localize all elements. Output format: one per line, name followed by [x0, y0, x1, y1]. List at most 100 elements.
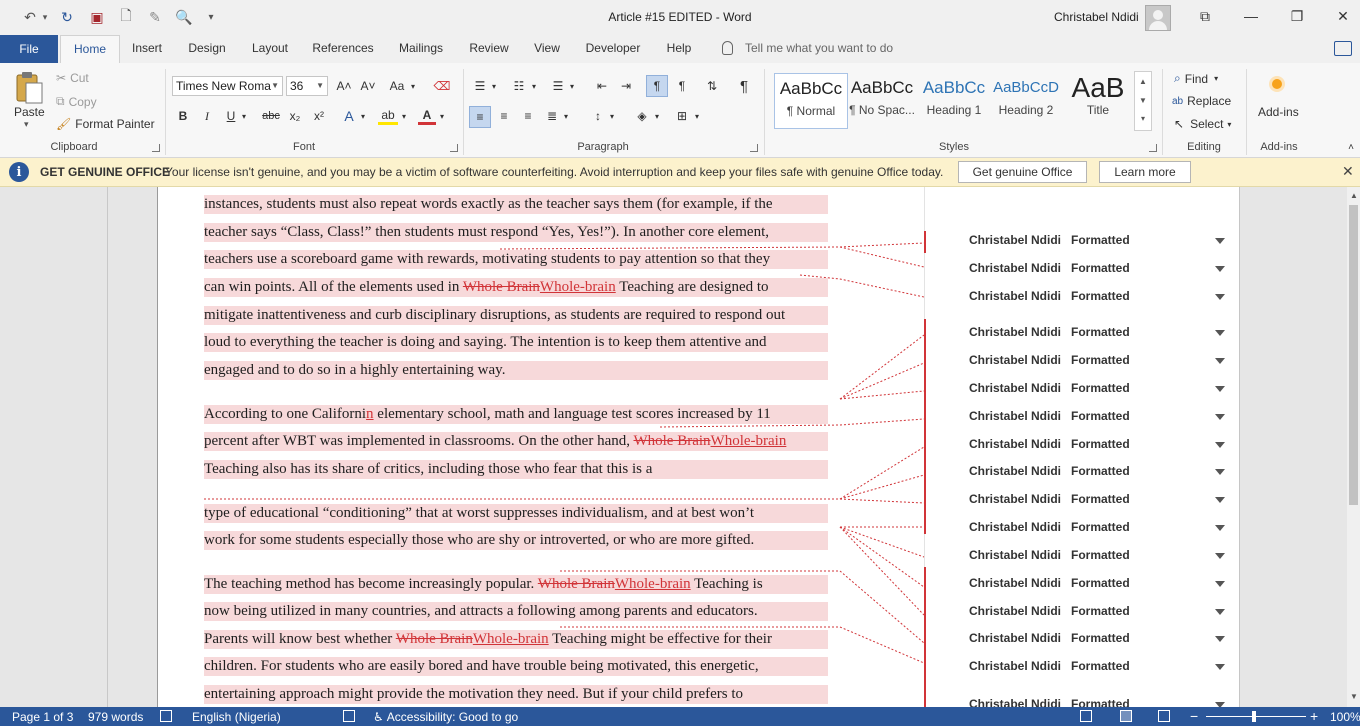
justify-dropdown-icon[interactable]: ▾ — [562, 107, 570, 125]
document-area[interactable]: instances, students must also repeat wor… — [0, 187, 1347, 707]
read-mode-icon[interactable] — [1080, 710, 1092, 722]
style-no-spacing[interactable]: AaBbCc ¶ No Spac... — [846, 73, 918, 127]
revision-balloon[interactable]: Christabel Ndidi Formatted — [969, 576, 1130, 592]
close-icon[interactable]: ✕ — [1342, 163, 1354, 180]
language-indicator[interactable]: English (Nigeria) — [192, 710, 281, 724]
underline-icon[interactable]: U — [222, 107, 240, 125]
scroll-down-icon[interactable]: ▼ — [1350, 692, 1358, 701]
document-line[interactable]: The teaching method has become increasin… — [204, 575, 763, 594]
font-color-dropdown-icon[interactable]: ▾ — [438, 107, 446, 125]
font-name-combo[interactable]: Times New Roma ▼ — [172, 76, 283, 96]
align-right-icon[interactable]: ≡ — [518, 107, 538, 125]
line-spacing-icon[interactable]: ↕ — [588, 107, 608, 125]
close-button[interactable]: ✕ — [1320, 0, 1360, 32]
add-ins-icon[interactable] — [1272, 79, 1282, 89]
document-line[interactable]: engaged and to do so in a highly enterta… — [204, 361, 505, 380]
multilevel-list-icon[interactable]: ☰ — [548, 77, 568, 95]
style-normal[interactable]: AaBbCc ¶ Normal — [774, 73, 848, 129]
balloon-options-icon[interactable] — [1215, 358, 1225, 364]
revision-balloon[interactable]: Christabel Ndidi Formatted — [969, 381, 1130, 397]
copy-button[interactable]: ⧉ Copy — [56, 94, 97, 109]
tab-insert[interactable]: Insert — [124, 35, 170, 62]
decrease-indent-icon[interactable]: ⇤ — [592, 77, 612, 95]
document-line[interactable]: can win points. All of the elements used… — [204, 278, 769, 297]
zoom-level[interactable]: 100% — [1330, 710, 1360, 724]
superscript-icon[interactable]: x² — [310, 107, 328, 125]
vertical-scrollbar[interactable]: ▲ ▼ — [1347, 187, 1360, 707]
shading-dropdown-icon[interactable]: ▾ — [653, 107, 661, 125]
balloon-options-icon[interactable] — [1215, 469, 1225, 475]
chevron-down-icon[interactable]: ▼ — [271, 81, 279, 90]
paste-button[interactable]: Paste — [14, 105, 45, 119]
revision-balloon[interactable]: Christabel Ndidi Formatted — [969, 659, 1130, 675]
revision-balloon[interactable]: Christabel Ndidi Formatted — [969, 233, 1130, 249]
document-line[interactable]: instances, students must also repeat wor… — [204, 195, 773, 214]
revision-balloon[interactable]: Christabel Ndidi Formatted — [969, 261, 1130, 277]
revision-balloon[interactable]: Christabel Ndidi Formatted — [969, 437, 1130, 453]
zoom-slider[interactable] — [1206, 716, 1306, 717]
document-line[interactable]: teachers use a scoreboard game with rewa… — [204, 250, 770, 269]
text-effects-icon[interactable]: A — [340, 107, 358, 125]
document-line[interactable]: work for some students especially those … — [204, 531, 754, 550]
text-effects-dropdown-icon[interactable]: ▾ — [359, 107, 367, 125]
select-button[interactable]: ↖ Select ▾ — [1174, 117, 1231, 131]
revision-balloon[interactable]: Christabel Ndidi Formatted — [969, 520, 1130, 536]
zoom-slider-thumb[interactable] — [1252, 711, 1256, 722]
tab-file[interactable]: File — [0, 35, 58, 63]
balloon-options-icon[interactable] — [1215, 581, 1225, 587]
replace-button[interactable]: ab Replace — [1172, 94, 1231, 108]
bullets-icon[interactable]: ☰ — [470, 77, 490, 95]
ltr-direction-icon[interactable]: ¶ — [646, 75, 668, 97]
tab-references[interactable]: References — [306, 35, 380, 62]
balloon-options-icon[interactable] — [1215, 442, 1225, 448]
accessibility-checker[interactable]: ♿ Accessibility: Good to go — [373, 710, 518, 724]
clear-formatting-icon[interactable]: ⌫ — [432, 77, 452, 95]
styles-gallery-scroll[interactable]: ▲ ▼ ▾ — [1134, 71, 1152, 131]
grow-font-icon[interactable]: A˄ — [334, 77, 354, 95]
tab-developer[interactable]: Developer — [578, 35, 648, 62]
more-styles-icon[interactable]: ▾ — [1135, 110, 1151, 128]
show-formatting-marks-icon[interactable]: ¶ — [734, 77, 754, 95]
highlight-dropdown-icon[interactable]: ▾ — [400, 107, 408, 125]
change-case-icon[interactable]: Aa — [386, 77, 408, 95]
tab-view[interactable]: View — [526, 35, 568, 62]
shading-icon[interactable]: ◈ — [632, 107, 652, 125]
document-line[interactable]: now being utilized in many countries, an… — [204, 602, 758, 621]
align-left-icon[interactable]: ≡ — [469, 106, 491, 128]
balloon-options-icon[interactable] — [1215, 294, 1225, 300]
balloon-options-icon[interactable] — [1215, 525, 1225, 531]
tab-mailings[interactable]: Mailings — [390, 35, 452, 62]
format-painter-button[interactable]: 🖌 Format Painter — [56, 117, 155, 131]
subscript-icon[interactable]: x₂ — [286, 107, 304, 125]
borders-dropdown-icon[interactable]: ▾ — [693, 107, 701, 125]
tab-home[interactable]: Home — [60, 35, 120, 64]
balloon-options-icon[interactable] — [1215, 553, 1225, 559]
scrollbar-thumb[interactable] — [1349, 205, 1358, 505]
bold-icon[interactable]: B — [174, 107, 192, 125]
increase-indent-icon[interactable]: ⇥ — [616, 77, 636, 95]
numbering-icon[interactable]: ☷ — [509, 77, 529, 95]
paste-icon[interactable] — [14, 71, 44, 105]
scroll-up-icon[interactable]: ▲ — [1135, 72, 1151, 91]
tab-review[interactable]: Review — [462, 35, 516, 62]
clipboard-launcher-icon[interactable] — [152, 144, 160, 152]
font-color-icon[interactable]: A — [418, 107, 436, 125]
balloon-options-icon[interactable] — [1215, 497, 1225, 503]
align-center-icon[interactable]: ≡ — [494, 107, 514, 125]
document-line[interactable]: loud to everything the teacher is doing … — [204, 333, 767, 352]
borders-icon[interactable]: ⊞ — [672, 107, 692, 125]
tab-help[interactable]: Help — [658, 35, 700, 62]
numbering-dropdown-icon[interactable]: ▾ — [530, 77, 538, 95]
revision-balloon[interactable]: Christabel Ndidi Formatted — [969, 631, 1130, 647]
rtl-direction-icon[interactable]: ¶ — [672, 77, 692, 95]
highlight-color-icon[interactable]: ab — [378, 107, 398, 125]
zoom-out-button[interactable]: − — [1190, 708, 1198, 724]
word-count[interactable]: 979 words — [88, 710, 143, 724]
revision-balloon[interactable]: Christabel Ndidi Formatted — [969, 604, 1130, 620]
restore-button[interactable]: ❐ — [1274, 0, 1320, 32]
find-button[interactable]: ⌕ Find ▾ — [1174, 71, 1218, 86]
justify-icon[interactable]: ≣ — [542, 107, 562, 125]
style-title[interactable]: AaB Title — [1062, 73, 1134, 127]
tab-layout[interactable]: Layout — [244, 35, 296, 62]
macro-recording-icon[interactable] — [343, 710, 355, 722]
